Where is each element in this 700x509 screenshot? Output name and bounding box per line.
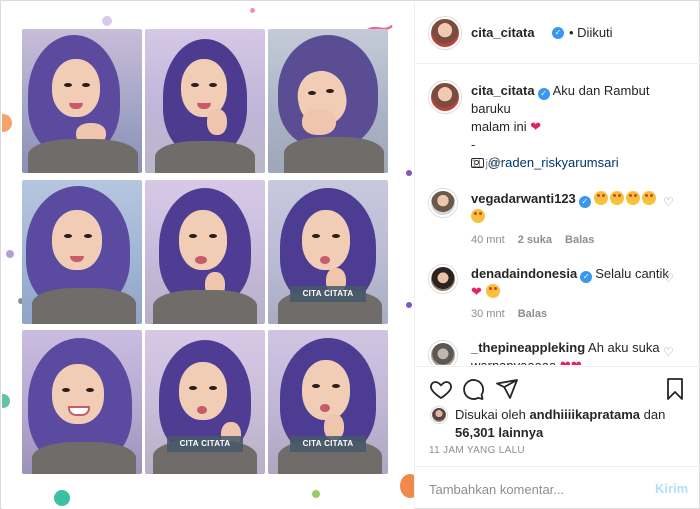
heart-eyes-emoji-icon <box>485 284 500 298</box>
comment-meta: 30 mnt Balas <box>471 308 547 320</box>
post-photo[interactable]: ⁓ <box>2 2 414 509</box>
avatar[interactable] <box>429 17 461 49</box>
comment-text: Ah aku suka <box>588 340 660 355</box>
author-username[interactable]: cita_citata <box>471 25 535 40</box>
caption-age: 11 jam <box>471 158 504 170</box>
post-comment-button[interactable]: Kirim <box>655 481 688 496</box>
comment-meta: 40 mnt 2 suka Balas <box>471 234 594 246</box>
name-caption: CITA CITATA <box>290 436 366 452</box>
comment-text: Selalu cantik <box>595 266 669 281</box>
avatar[interactable] <box>429 81 461 113</box>
comment-text-2: warnanyaaaaa <box>471 358 556 365</box>
heart-eyes-emoji-icon <box>609 191 624 205</box>
comment-age: 40 mnt <box>471 234 505 246</box>
reply-button[interactable]: Balas <box>518 308 547 320</box>
liked-by-prefix: Disukai oleh <box>455 407 526 422</box>
heart-eyes-emoji-icon <box>641 191 656 205</box>
photo-collage-grid: CITA CITATA CITA CITATA CITA CITATA <box>22 29 388 475</box>
comment-username[interactable]: denadaindonesia <box>471 266 577 281</box>
photo-tile <box>145 29 265 173</box>
heart-eyes-emoji-icon <box>625 191 640 205</box>
post-sidebar: cita_citata ✓ • Diikuti cita_citata ✓ Aku … <box>414 2 700 509</box>
comment-input[interactable] <box>429 479 639 499</box>
comment: denadaindonesia ✓ Selalu cantik ❤ <box>471 265 671 301</box>
decor-dot <box>406 170 412 176</box>
avatar[interactable] <box>431 407 447 423</box>
decor-dot <box>2 394 10 408</box>
photo-tile <box>268 29 388 173</box>
speech-bubble-icon[interactable] <box>461 377 485 401</box>
verified-badge-icon: ✓ <box>580 271 593 283</box>
liked-by-joiner: dan <box>643 407 666 422</box>
comment: _thepineappleking Ah aku suka warnanyaaa… <box>471 339 671 365</box>
mention-link[interactable]: @raden_riskyarumsari <box>488 155 619 170</box>
comment: vegadarwanti123 ✓ <box>471 190 671 226</box>
photo-tile <box>22 180 142 324</box>
heart-emoji-icon: ❤ <box>571 358 582 365</box>
post-modal: ⁓ <box>0 0 700 509</box>
comment-likes[interactable]: 2 suka <box>518 234 552 246</box>
post-header: cita_citata ✓ • Diikuti <box>415 2 700 64</box>
heart-eyes-emoji-icon <box>593 191 608 205</box>
decor-dot <box>406 302 412 308</box>
avatar[interactable] <box>429 265 457 293</box>
avatar[interactable] <box>429 341 457 365</box>
decor-dot <box>102 16 112 26</box>
reply-button[interactable]: Balas <box>565 234 594 246</box>
caption-username[interactable]: cita_citata <box>471 83 535 98</box>
decor-dot <box>2 114 12 132</box>
comment-like-icon[interactable]: ♡ <box>663 345 674 359</box>
photo-tile: CITA CITATA <box>145 330 265 474</box>
comment-age: 30 mnt <box>471 308 505 320</box>
avatar[interactable] <box>429 189 457 217</box>
comments-list: cita_citata ✓ Aku dan Rambut baruku malam … <box>415 65 700 365</box>
name-caption: CITA CITATA <box>167 436 243 452</box>
comment-form: Kirim <box>415 466 700 509</box>
name-caption: CITA CITATA <box>290 286 366 302</box>
verified-badge-icon: ✓ <box>578 196 591 208</box>
photo-tile: CITA CITATA <box>268 330 388 474</box>
heart-emoji-icon: ❤ <box>530 119 542 134</box>
post-timestamp[interactable]: 11 JAM YANG LALU <box>429 445 525 456</box>
caption: cita_citata ✓ Aku dan Rambut baruku malam … <box>471 82 691 172</box>
decor-dot <box>400 474 414 498</box>
caption-text-2: malam ini <box>471 119 527 134</box>
verified-badge-icon: ✓ <box>552 27 564 39</box>
photo-tile <box>22 330 142 474</box>
decor-dot <box>54 490 70 506</box>
liked-by: Disukai oleh andhiiiikapratama dan 56,30… <box>455 406 691 442</box>
liked-by-user[interactable]: andhiiiikapratama <box>529 407 640 422</box>
heart-outline-icon[interactable] <box>429 377 453 401</box>
photo-tile: CITA CITATA <box>268 180 388 324</box>
decor-dot <box>6 250 14 258</box>
verified-badge-icon: ✓ <box>537 88 550 100</box>
caption-dash: - <box>471 137 476 152</box>
comment-like-icon[interactable]: ♡ <box>663 271 674 285</box>
follow-status[interactable]: • Diikuti <box>569 25 613 40</box>
heart-emoji-icon: ❤ <box>471 284 482 299</box>
decor-dot <box>250 8 255 13</box>
comment-username[interactable]: vegadarwanti123 <box>471 191 576 206</box>
comment-username[interactable]: _thepineappleking <box>471 340 585 355</box>
heart-emoji-icon: ❤ <box>560 358 571 365</box>
photo-tile <box>145 180 265 324</box>
post-actions: Disukai oleh andhiiiikapratama dan 56,30… <box>415 366 700 476</box>
comment-like-icon[interactable]: ♡ <box>663 195 674 209</box>
heart-eyes-emoji-icon <box>471 209 485 223</box>
decor-dot <box>312 490 320 498</box>
paper-plane-icon[interactable] <box>495 377 519 401</box>
bookmark-icon[interactable] <box>663 377 687 401</box>
photo-tile <box>22 29 142 173</box>
likes-count[interactable]: 56,301 lainnya <box>455 425 543 440</box>
